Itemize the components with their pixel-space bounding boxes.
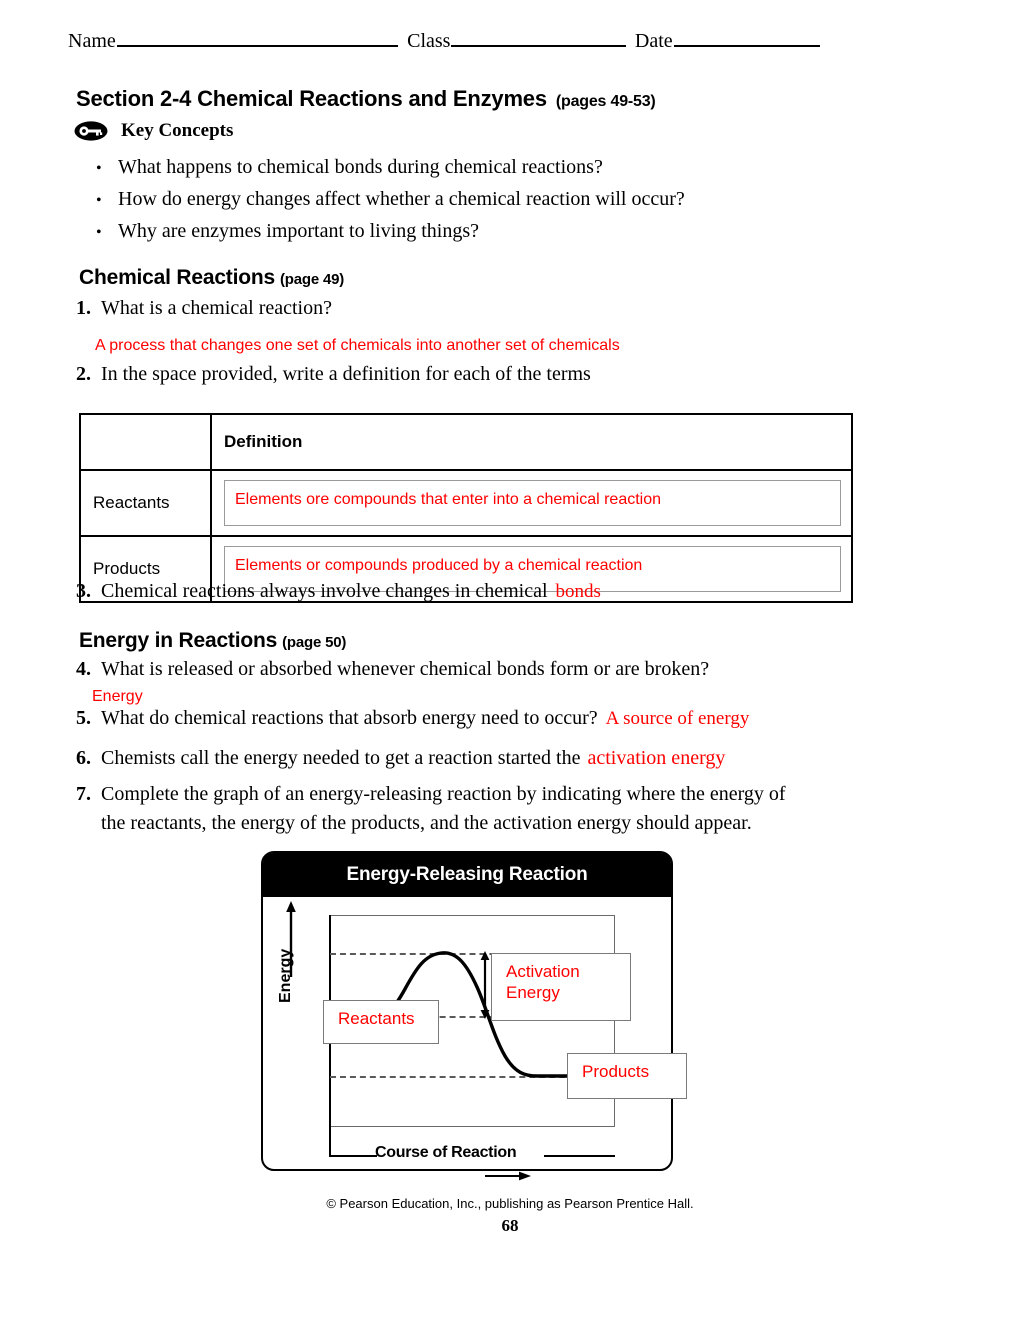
- student-info-header: Name Class Date: [68, 30, 820, 53]
- question-text: What do chemical reactions that absorb e…: [101, 707, 598, 729]
- callout-products[interactable]: Products: [567, 1053, 687, 1099]
- answer-question-1[interactable]: A process that changes one set of chemic…: [95, 337, 620, 355]
- key-concepts-heading: Key Concepts: [74, 120, 233, 142]
- callout-activation-energy-line2: Energy: [506, 983, 560, 1002]
- question-number: 6.: [76, 747, 91, 769]
- x-axis-line-right: [544, 1155, 615, 1157]
- subheading-page-ref: (page 50): [282, 634, 347, 651]
- worksheet-page: Name Class Date Section 2-4 Chemical Rea…: [0, 0, 1020, 1320]
- class-blank-rule[interactable]: [451, 45, 626, 47]
- answer-question-3[interactable]: bonds: [556, 581, 601, 603]
- question-1: 1. What is a chemical reaction?: [76, 297, 776, 320]
- question-6: 6. Chemists call the energy needed to ge…: [76, 747, 876, 770]
- list-item: • How do energy changes affect whether a…: [96, 184, 836, 216]
- x-axis-label: Course of Reaction: [375, 1144, 517, 1161]
- list-item-label: How do energy changes affect whether a c…: [118, 188, 685, 210]
- class-label: Class: [407, 30, 451, 52]
- list-item-label: Why are enzymes important to living thin…: [118, 220, 480, 242]
- subheading-text: Energy in Reactions: [79, 629, 278, 652]
- callout-reactants[interactable]: Reactants: [323, 1000, 439, 1044]
- question-text: In the space provided, write a definitio…: [101, 363, 591, 385]
- x-axis-arrow-icon: [485, 1168, 531, 1181]
- answer-question-6[interactable]: activation energy: [587, 747, 725, 770]
- subheading-energy-in-reactions: Energy in Reactions (page 50): [79, 629, 346, 653]
- section-pages-ref: (pages 49-53): [555, 93, 656, 110]
- question-number: 3.: [76, 580, 91, 602]
- bullet-icon: •: [96, 192, 102, 209]
- date-blank-rule[interactable]: [673, 45, 820, 47]
- energy-diagram: Energy-Releasing Reaction Energy Course …: [261, 851, 687, 1181]
- term-reactants: Reactants: [79, 469, 212, 537]
- list-item-label: What happens to chemical bonds during ch…: [118, 156, 603, 178]
- question-text: Chemists call the energy needed to get a…: [101, 747, 581, 769]
- bullet-icon: •: [96, 160, 102, 177]
- answer-question-4[interactable]: Energy: [92, 688, 143, 706]
- subheading-text: Chemical Reactions: [79, 266, 275, 289]
- answer-question-5[interactable]: A source of energy: [606, 708, 750, 730]
- name-blank-rule[interactable]: [116, 45, 399, 47]
- page-title: Section 2-4 Chemical Reactions and Enzym…: [76, 86, 656, 112]
- activation-energy-arrow-icon: [479, 951, 491, 1019]
- definitions-table: Definition Reactants Elements ore compou…: [79, 413, 853, 603]
- question-text: What is released or absorbed whenever ch…: [101, 658, 710, 680]
- key-concepts-list: • What happens to chemical bonds during …: [96, 152, 836, 248]
- question-text: Complete the graph of an energy-releasin…: [101, 783, 786, 834]
- callout-activation-energy[interactable]: Activation Energy: [491, 953, 631, 1021]
- table-row: Reactants Elements ore compounds that en…: [79, 469, 853, 537]
- question-number: 4.: [76, 658, 91, 680]
- name-label: Name: [68, 30, 116, 52]
- callout-activation-energy-line1: Activation: [506, 962, 580, 981]
- subheading-page-ref: (page 49): [279, 271, 345, 288]
- question-2: 2. In the space provided, write a defini…: [76, 363, 776, 386]
- question-text: What is a chemical reaction?: [101, 297, 332, 319]
- y-axis-label: Energy: [277, 948, 294, 1003]
- question-number: 2.: [76, 363, 91, 385]
- x-axis-line-left: [329, 1155, 377, 1157]
- table-header-blank: [79, 413, 212, 471]
- table-header-row: Definition: [79, 413, 853, 471]
- question-3: 3. Chemical reactions always involve cha…: [76, 580, 836, 603]
- figure-title: Energy-Releasing Reaction: [263, 853, 671, 897]
- question-number: 5.: [76, 707, 91, 729]
- key-concepts-label: Key Concepts: [121, 120, 234, 141]
- date-label: Date: [634, 30, 673, 52]
- question-number: 1.: [76, 297, 91, 319]
- question-text: Chemical reactions always involve change…: [101, 580, 548, 602]
- list-item: • Why are enzymes important to living th…: [96, 216, 836, 248]
- table-header-definition: Definition: [210, 413, 853, 471]
- definition-cell-reactants: Elements ore compounds that enter into a…: [210, 469, 853, 537]
- copyright-credit: © Pearson Education, Inc., publishing as…: [326, 1196, 694, 1211]
- section-title-text: Section 2-4 Chemical Reactions and Enzym…: [76, 86, 547, 111]
- question-number: 7.: [76, 783, 91, 805]
- subheading-chemical-reactions: Chemical Reactions (page 49): [79, 266, 344, 290]
- question-5: 5. What do chemical reactions that absor…: [76, 707, 876, 730]
- question-4: 4. What is released or absorbed whenever…: [76, 658, 836, 681]
- answer-field-reactants[interactable]: Elements ore compounds that enter into a…: [224, 480, 841, 526]
- key-icon: [74, 121, 108, 141]
- page-number: 68: [501, 1216, 519, 1235]
- bullet-icon: •: [96, 224, 102, 241]
- list-item: • What happens to chemical bonds during …: [96, 152, 836, 184]
- question-7: 7. Complete the graph of an energy-relea…: [76, 780, 796, 838]
